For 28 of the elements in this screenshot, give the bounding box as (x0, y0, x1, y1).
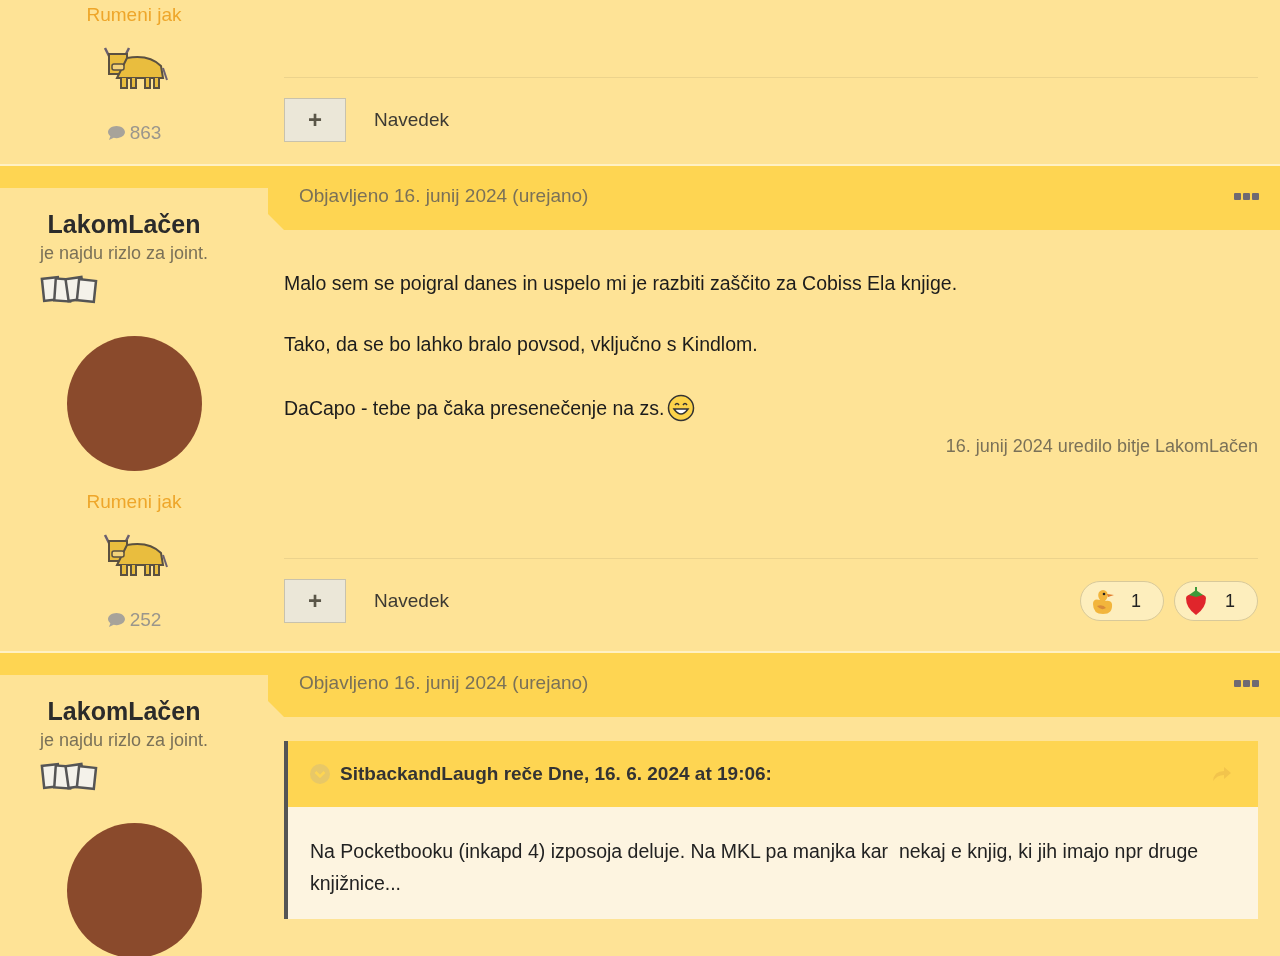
quote-button[interactable]: Navedek (374, 109, 449, 131)
reaction-button[interactable]: 1 (1079, 581, 1164, 621)
post-text: Malo sem se poigral danes in uspelo mi je razbiti zaščito za Cobiss Ela knjige. (284, 272, 958, 295)
author-name[interactable]: LakomLačen (47, 697, 201, 726)
author-name[interactable]: LakomLačen (47, 210, 201, 239)
post-text: DaCapo - tebe pa čaka presenečenje na zs. (284, 396, 665, 420)
comment-icon (106, 125, 126, 141)
more-options-icon[interactable] (1234, 680, 1260, 690)
member-rank: Rumeni jak (86, 491, 182, 513)
quote-button[interactable]: Navedek (374, 590, 449, 612)
more-options-icon[interactable] (1234, 193, 1260, 203)
post-date: Objavljeno 16. junij 2024 (urejano) (299, 672, 589, 694)
cards-badge-icon (40, 274, 98, 306)
quote-citation: SitbackandLaugh reče Dne, 16. 6. 2024 at 19:06: (340, 763, 773, 785)
multiquote-button[interactable]: + (284, 579, 346, 623)
post-count: 863 (129, 122, 162, 144)
multiquote-button[interactable]: + (284, 98, 346, 142)
edit-note: 16. junij 2024 uredilo bitje LakomLačen (945, 436, 1258, 457)
post-date: Objavljeno 16. junij 2024 (urejano) (299, 185, 589, 207)
reaction-button[interactable]: 1 (1174, 581, 1258, 621)
post-text: Tako, da se bo lahko bralo povsod, vključno s Kindlom. (284, 333, 758, 356)
member-title: je najdu rizlo za joint. (39, 243, 209, 264)
cards-badge-icon (40, 761, 98, 793)
member-rank: Rumeni jak (86, 4, 182, 26)
member-title: je najdu rizlo za joint. (39, 730, 209, 751)
quote-text: Na Pocketbooku (inkapd 4) izposoja deluje. Na MKL pa manjka kar nekaj e knjig, ki jih imajo npr druge knjižnice... (288, 807, 1258, 919)
post-count: 252 (129, 609, 162, 631)
comment-icon (106, 612, 126, 628)
